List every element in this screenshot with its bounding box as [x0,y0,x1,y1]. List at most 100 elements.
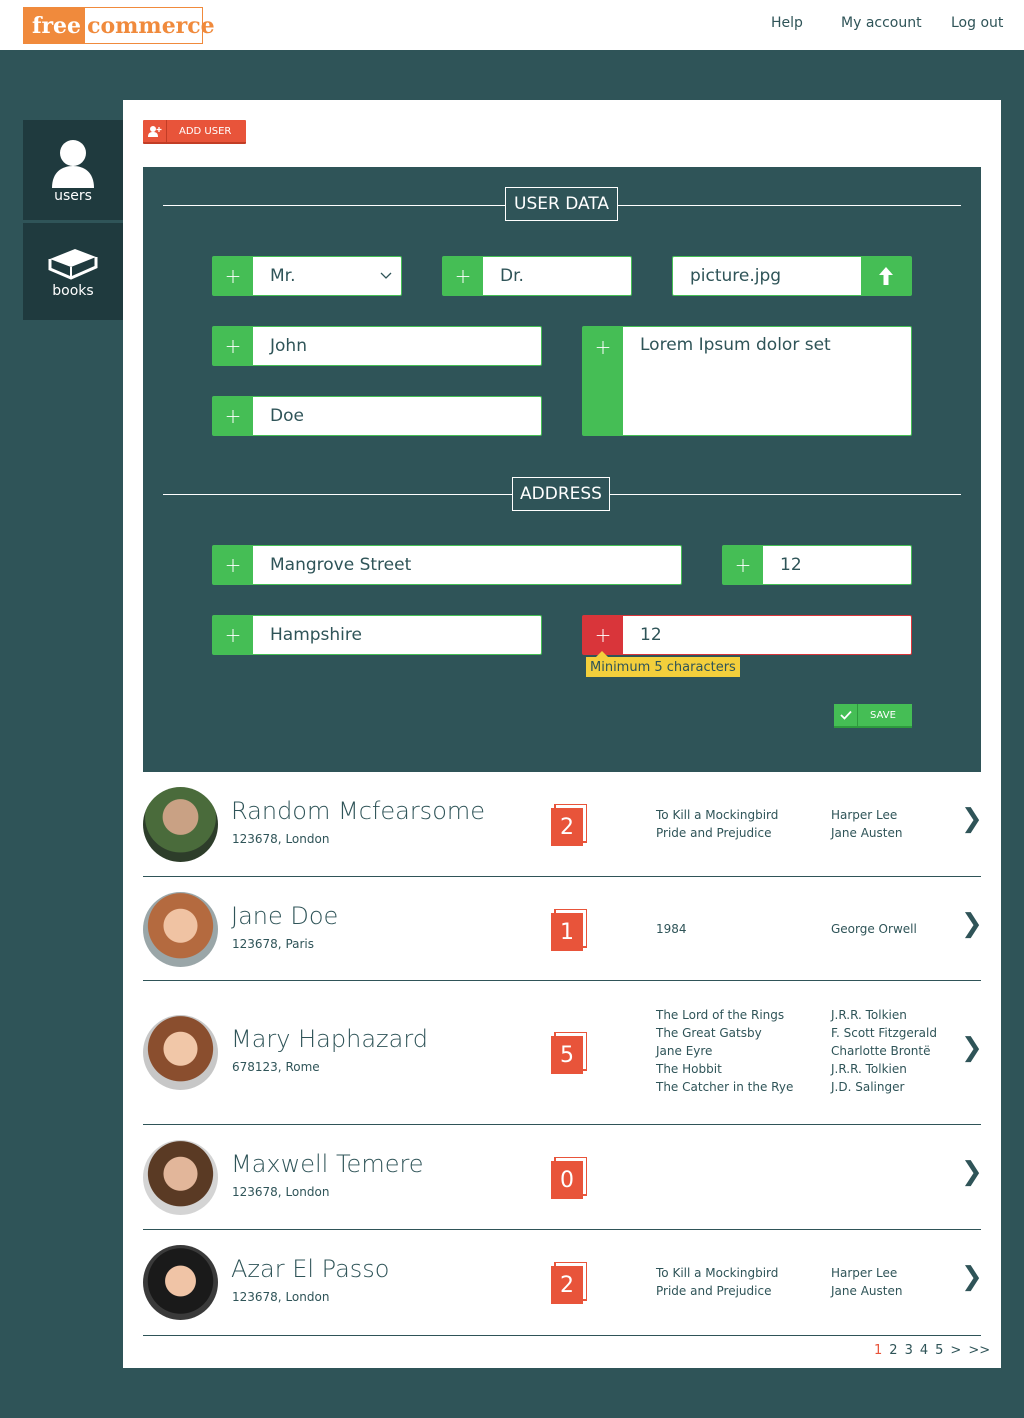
page-link-3[interactable]: 3 [905,1343,913,1358]
add-user-button[interactable]: ADD USER [143,120,246,144]
logo-free-text: free [24,8,86,43]
user-name: Random Mcfearsome [231,797,486,825]
first-name-field[interactable]: + John [212,326,542,366]
last-name-field[interactable]: + Doe [212,396,542,436]
book-title: Pride and Prejudice [656,826,772,840]
sidebar-item-users[interactable]: users [23,120,123,220]
last-name-value: Doe [270,406,304,426]
book-count-icon: 2 [551,804,587,846]
plus-icon: + [213,257,253,295]
sidebar-item-books[interactable]: books [23,223,123,320]
nav-log-out-link[interactable]: Log out [951,15,1003,31]
avatar [143,787,218,862]
book-title: The Lord of the Rings [656,1008,785,1022]
nav-help-link[interactable]: Help [771,15,803,31]
user-name: Maxwell Temere [231,1150,424,1178]
next-page-link[interactable]: > [950,1343,961,1358]
plus-icon: + [213,546,253,584]
user-row[interactable]: Maxwell Temere 123678, London 0 ❯ [143,1125,983,1230]
book-count: 5 [560,1042,574,1068]
zip-field[interactable]: + 12 [582,615,912,655]
plus-icon: + [213,397,253,435]
city-value: Hampshire [270,625,362,645]
book-authors: J.R.R. Tolkien F. Scott Fitzgerald Charl… [831,1006,937,1096]
book-author: Jane Austen [831,1284,903,1298]
user-name: Mary Haphazard [231,1025,429,1053]
user-row[interactable]: Azar El Passo 123678, London 2 To Kill a… [143,1230,983,1336]
user-data-heading: USER DATA [505,187,618,221]
description-textarea[interactable]: + Lorem Ipsum dolor set [582,326,912,436]
book-count: 2 [560,814,574,840]
user-address: 123678, London [232,832,330,846]
avatar [143,1015,218,1090]
book-authors: Harper Lee Jane Austen [831,1264,902,1300]
book-author: Jane Austen [831,826,903,840]
avatar [143,1140,218,1215]
user-row[interactable]: Mary Haphazard 678123, Rome 5 The Lord o… [143,981,983,1125]
chevron-right-icon[interactable]: ❯ [961,1033,983,1063]
chevron-right-icon[interactable]: ❯ [961,1157,983,1187]
checkmark-icon [834,704,858,726]
chevron-right-icon[interactable]: ❯ [961,804,983,834]
street-field[interactable]: + Mangrove Street [212,545,682,585]
sidebar-item-label: users [54,188,92,204]
city-field[interactable]: + Hampshire [212,615,542,655]
book-author: George Orwell [831,922,917,936]
sidebar-item-label: books [52,283,94,299]
zip-value: 12 [640,625,662,645]
picture-filename: picture.jpg [690,266,782,286]
user-row[interactable]: Jane Doe 123678, Paris 1 1984 George Orw… [143,877,983,981]
book-authors: George Orwell [831,920,917,938]
book-title: To Kill a Mockingbird [656,1266,779,1280]
upload-arrow-icon[interactable] [861,257,911,295]
user-form: USER DATA + Mr. + Dr. picture.jpg + John… [143,167,981,772]
chevron-right-icon[interactable]: ❯ [961,1262,983,1292]
freecommerce-logo[interactable]: free commerce [23,7,215,44]
plus-icon: + [583,327,623,435]
page-link-4[interactable]: 4 [920,1343,928,1358]
book-icon [48,249,98,280]
plus-icon: + [443,257,483,295]
user-address: 123678, London [232,1185,330,1199]
book-title: Pride and Prejudice [656,1284,772,1298]
description-value: Lorem Ipsum dolor set [640,335,831,355]
book-count: 0 [560,1167,574,1193]
first-name-value: John [270,336,307,356]
book-count-icon: 1 [551,909,587,951]
book-titles: To Kill a Mockingbird Pride and Prejudic… [656,806,778,842]
user-row[interactable]: Random Mcfearsome 123678, London 2 To Ki… [143,772,983,877]
user-name: Jane Doe [231,902,339,930]
nav-my-account-link[interactable]: My account [841,15,922,31]
book-authors: Harper Lee Jane Austen [831,806,902,842]
logo-commerce-text: commerce [87,12,215,39]
book-author: J.R.R. Tolkien [831,1008,907,1022]
chevron-right-icon[interactable]: ❯ [961,909,983,939]
book-count: 2 [560,1272,574,1298]
top-header: free commerce Help My account Log out [0,0,1024,50]
user-icon [52,140,94,188]
user-address: 123678, Paris [232,937,315,951]
house-number-field[interactable]: + 12 [722,545,912,585]
last-page-link[interactable]: >> [968,1343,990,1358]
chevron-down-icon [371,257,401,295]
house-number-value: 12 [780,555,802,575]
page-link-5[interactable]: 5 [935,1343,943,1358]
picture-upload-field[interactable]: picture.jpg [672,256,912,296]
book-author: F. Scott Fitzgerald [831,1026,937,1040]
salutation-select[interactable]: + Mr. [212,256,402,296]
book-titles: To Kill a Mockingbird Pride and Prejudic… [656,1264,778,1300]
plus-icon: + [723,546,763,584]
save-label: SAVE [870,709,896,721]
page-link-1[interactable]: 1 [874,1343,882,1358]
plus-icon: + [213,327,253,365]
plus-icon: + [213,616,253,654]
book-title: The Catcher in the Rye [656,1080,794,1094]
title-value: Dr. [500,266,524,286]
book-count-icon: 0 [551,1157,587,1199]
book-author: Harper Lee [831,808,898,822]
zip-error-tooltip: Minimum 5 characters [586,651,740,677]
page-link-2[interactable]: 2 [889,1343,897,1358]
avatar [143,1245,218,1320]
title-field[interactable]: + Dr. [442,256,632,296]
save-button[interactable]: SAVE [834,704,912,728]
